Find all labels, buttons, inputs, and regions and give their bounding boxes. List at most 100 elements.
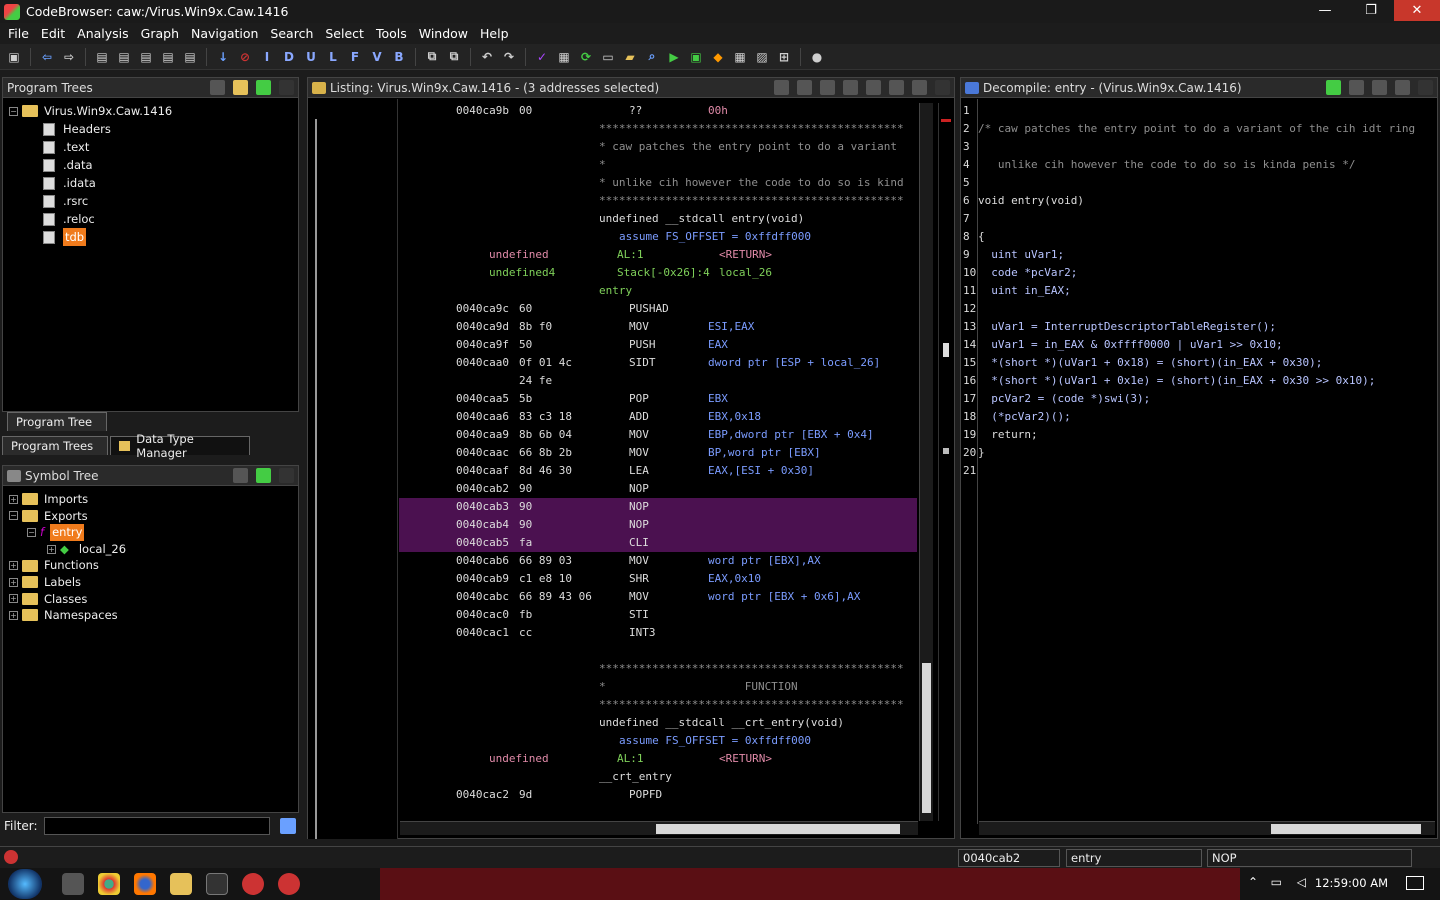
listing-line[interactable]: 0040cab4 90 NOP — [400, 516, 918, 534]
filter-clear-icon[interactable] — [280, 818, 296, 834]
snapshot-icon[interactable] — [889, 80, 904, 95]
menu-graph[interactable]: Graph — [135, 26, 185, 41]
listing-line[interactable]: assume FS_OFFSET = 0xffdff000 — [400, 228, 918, 246]
listing-line[interactable]: 0040caa9 8b 6b 04 MOV EBP,dword ptr [EBX + … — [400, 426, 918, 444]
listing-line[interactable]: 0040caa6 83 c3 18 ADD EBX,0x18 — [400, 408, 918, 426]
decompile-line[interactable]: return; — [978, 426, 1037, 444]
decompile-copy-icon[interactable] — [1349, 80, 1364, 95]
refresh-icon[interactable]: ⟳ — [578, 49, 594, 65]
listing-line[interactable]: ****************************************… — [400, 120, 918, 138]
terminal-icon[interactable] — [206, 873, 228, 895]
listing-line[interactable]: 0040ca9c 60 PUSHAD — [400, 300, 918, 318]
listing-line[interactable]: 0040cac2 9d POPFD — [400, 786, 918, 804]
firefox-icon[interactable] — [134, 873, 156, 895]
copy-icon[interactable] — [774, 80, 789, 95]
nav-b-icon[interactable]: B — [391, 49, 407, 65]
listing-line[interactable]: 0040caa5 5b POP EBX — [400, 390, 918, 408]
listing-hscrollbar[interactable] — [400, 821, 918, 835]
tree-item-data[interactable]: .data — [9, 156, 172, 174]
listing-line[interactable]: 0040cac1 cc INT3 — [400, 624, 918, 642]
file-explorer-icon[interactable] — [170, 873, 192, 895]
listing-line[interactable]: 0040ca9f 50 PUSH EAX — [400, 336, 918, 354]
decompile-line[interactable]: pcVar2 = (code *)swi(3); — [978, 390, 1150, 408]
tree-save-icon[interactable] — [256, 80, 271, 95]
page3-icon[interactable]: ▤ — [138, 49, 154, 65]
page5-icon[interactable]: ▤ — [182, 49, 198, 65]
listing-hscroll-thumb[interactable] — [656, 824, 900, 834]
tab-data-type-manager[interactable]: Data Type Manager — [110, 432, 250, 460]
listing-line[interactable]: 0040caa0 0f 01 4c SIDT dword ptr [ESP + loc… — [400, 354, 918, 372]
symbol-new-icon[interactable] — [233, 468, 248, 483]
chrome-icon[interactable] — [98, 873, 120, 895]
display-icon[interactable]: ▭ — [600, 49, 616, 65]
decompile-line[interactable]: { — [978, 228, 985, 246]
listing-line[interactable]: 0040cabc 66 89 43 06 MOV word ptr [EBX + 0x… — [400, 588, 918, 606]
filter-input[interactable] — [43, 817, 271, 835]
listing-line[interactable]: 0040cab3 90 NOP — [400, 498, 918, 516]
symbol-imports[interactable]: + Imports — [9, 491, 126, 508]
tree-item-rsrc[interactable]: .rsrc — [9, 192, 172, 210]
symbol-classes[interactable]: + Classes — [9, 591, 126, 608]
nav-l-icon[interactable]: L — [325, 49, 341, 65]
edit-fields-icon[interactable] — [843, 80, 858, 95]
decompile-line[interactable]: unlike cih however the code to do so is … — [978, 156, 1356, 174]
listing-line[interactable]: 0040ca9b 00?? 00h — [400, 102, 918, 120]
decompile-line[interactable]: uint uVar1; — [978, 246, 1064, 264]
menu-navigation[interactable]: Navigation — [185, 26, 264, 41]
listing-code[interactable]: 0040ca9b 00?? 00h *************************… — [400, 102, 918, 822]
nav-f-icon[interactable]: F — [347, 49, 363, 65]
listing-line[interactable]: * — [400, 156, 918, 174]
decompile-hscrollbar[interactable] — [979, 821, 1435, 835]
menu-help[interactable]: Help — [474, 26, 515, 41]
undo-icon[interactable]: ↶ — [479, 49, 495, 65]
options-icon[interactable] — [912, 80, 927, 95]
listing-line[interactable]: * caw patches the entry point to do a va… — [400, 138, 918, 156]
decompile-line[interactable]: *(short *)(uVar1 + 0x1e) = (short)(in_EA… — [978, 372, 1375, 390]
listing-line[interactable]: ****************************************… — [400, 192, 918, 210]
down-arrow-icon[interactable]: ↓ — [215, 49, 231, 65]
diamond-icon[interactable]: ◆ — [710, 49, 726, 65]
symbol-entry[interactable]: − f entry — [9, 524, 126, 541]
back-icon[interactable]: ⇦ — [39, 49, 55, 65]
menu-file[interactable]: File — [2, 26, 35, 41]
decompile-line[interactable]: } — [978, 444, 985, 462]
decompile-line[interactable]: code *pcVar2; — [978, 264, 1077, 282]
decompile-hscroll-thumb[interactable] — [1271, 824, 1421, 834]
listing-line[interactable]: undefined AL:1 <RETURN> — [400, 246, 918, 264]
redo-icon[interactable]: ↷ — [501, 49, 517, 65]
tree-root[interactable]: − Virus.Win9x.Caw.1416 — [9, 102, 172, 120]
search-icon[interactable]: ⌕ — [644, 49, 660, 65]
tab-program-tree[interactable]: Program Tree — [7, 412, 107, 431]
decompile-close-icon[interactable] — [1418, 80, 1433, 95]
tree-item-tdb[interactable]: tdb — [9, 228, 172, 246]
listing-line[interactable]: undefined4 Stack[-0x26]:4 local_26 — [400, 264, 918, 282]
decompile-line[interactable]: /* caw patches the entry point to do a v… — [978, 120, 1415, 138]
listing-line[interactable]: undefined AL:1 <RETURN> — [400, 750, 918, 768]
ghidra-taskbar-icon[interactable] — [278, 873, 300, 895]
tree-item-headers[interactable]: Headers — [9, 120, 172, 138]
clock[interactable]: 12:59:00 AM — [1315, 876, 1388, 890]
listing-line[interactable]: * FUNCTION — [400, 678, 918, 696]
decompile-line[interactable]: (*pcVar2)(); — [978, 408, 1070, 426]
menu-select[interactable]: Select — [319, 26, 370, 41]
listing-line[interactable]: 0040cab2 90 NOP — [400, 480, 918, 498]
nav-v-icon[interactable]: V — [369, 49, 385, 65]
decompile-line[interactable]: uVar1 = InterruptDescriptorTableRegister… — [978, 318, 1276, 336]
tree-folder-icon[interactable] — [233, 80, 248, 95]
listing-line[interactable] — [400, 642, 918, 660]
menu-analysis[interactable]: Analysis — [71, 26, 135, 41]
page2-icon[interactable]: ▤ — [116, 49, 132, 65]
minimize-button[interactable]: — — [1302, 0, 1348, 21]
listing-line[interactable]: 0040cab5 fa CLI — [400, 534, 918, 552]
merge-icon[interactable]: ⧉ — [424, 49, 440, 65]
paste-icon[interactable] — [797, 80, 812, 95]
symbol-save-icon[interactable] — [256, 468, 271, 483]
stop-icon[interactable]: ⊘ — [237, 49, 253, 65]
tree-item-reloc[interactable]: .reloc — [9, 210, 172, 228]
listing-line[interactable]: 0040caac 66 8b 2b MOV BP,word ptr [EBX] — [400, 444, 918, 462]
image-icon[interactable]: ▨ — [754, 49, 770, 65]
symbol-exports[interactable]: − Exports — [9, 508, 126, 525]
diff-icon[interactable] — [866, 80, 881, 95]
listing-line[interactable]: 0040cab6 66 89 03 MOV word ptr [EBX],AX — [400, 552, 918, 570]
merge2-icon[interactable]: ⧉ — [446, 49, 462, 65]
